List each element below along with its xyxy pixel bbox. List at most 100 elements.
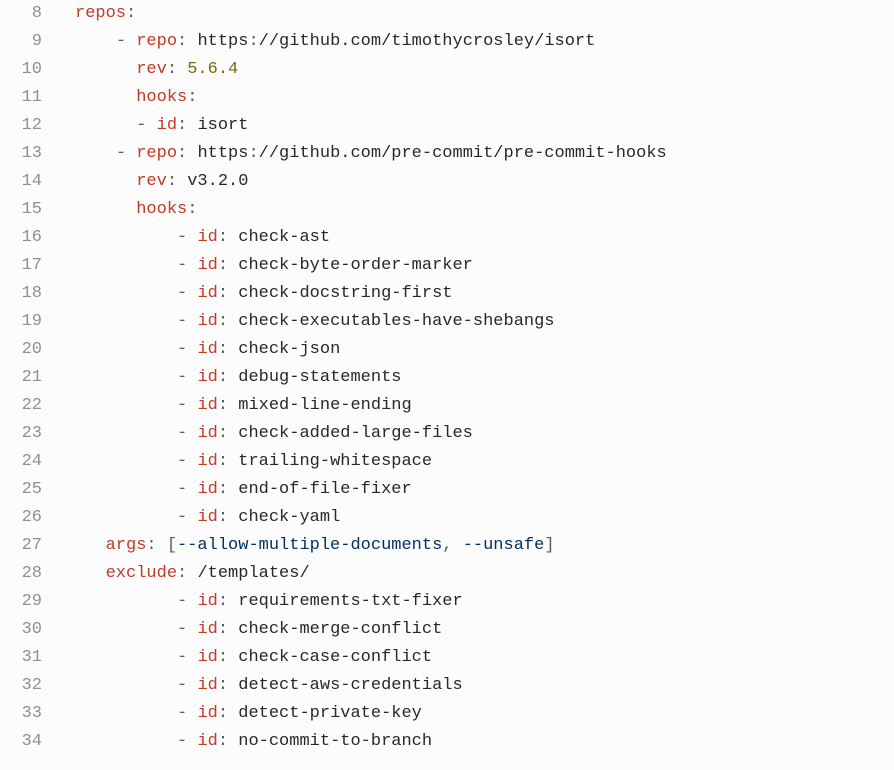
line-number: 14 — [0, 168, 42, 196]
token-dash: - — [177, 396, 197, 415]
token-num: 5.6.4 — [187, 60, 238, 79]
token-key: id — [197, 228, 217, 247]
token-key: repo — [136, 144, 177, 163]
token-arg: --allow-multiple-documents — [177, 536, 442, 555]
code-line: hooks: — [75, 196, 894, 224]
code-line: - id: check-merge-conflict — [75, 616, 894, 644]
token-str: check-docstring-first — [238, 284, 452, 303]
token-str: trailing-whitespace — [238, 452, 432, 471]
token-punc: : — [177, 32, 197, 51]
token-dash: - — [177, 368, 197, 387]
line-number: 29 — [0, 588, 42, 616]
code-line: rev: v3.2.0 — [75, 168, 894, 196]
code-line: - id: detect-aws-credentials — [75, 672, 894, 700]
code-line: - id: isort — [75, 112, 894, 140]
token-dash: - — [177, 732, 197, 751]
code-line: repos: — [75, 0, 894, 28]
token-punc: : — [167, 172, 187, 191]
line-number: 17 — [0, 252, 42, 280]
line-number: 11 — [0, 84, 42, 112]
token-punc: : — [187, 88, 197, 107]
code-line: - repo: https://github.com/timothycrosle… — [75, 28, 894, 56]
token-key: hooks — [136, 200, 187, 219]
token-key: id — [197, 620, 217, 639]
token-punc: : — [218, 256, 238, 275]
token-key: id — [157, 116, 177, 135]
token-key: id — [197, 592, 217, 611]
line-number: 25 — [0, 476, 42, 504]
token-punc: : — [218, 368, 238, 387]
token-punc: : [ — [146, 536, 177, 555]
token-str: isort — [197, 116, 248, 135]
token-key: id — [197, 704, 217, 723]
token-key: id — [197, 312, 217, 331]
token-dash: - — [177, 256, 197, 275]
token-str: check-executables-have-shebangs — [238, 312, 554, 331]
token-str: detect-aws-credentials — [238, 676, 462, 695]
token-str: v3.2.0 — [187, 172, 248, 191]
token-key: id — [197, 368, 217, 387]
token-dash: - — [177, 452, 197, 471]
code-line: - id: requirements-txt-fixer — [75, 588, 894, 616]
token-key: exclude — [106, 564, 177, 583]
token-key: rev — [136, 60, 167, 79]
token-punc: : — [218, 620, 238, 639]
token-str: check-case-conflict — [238, 648, 432, 667]
token-str: //github.com/timothycrosley/isort — [259, 32, 596, 51]
token-dash: - — [177, 620, 197, 639]
token-dash: - — [177, 284, 197, 303]
code-line: hooks: — [75, 84, 894, 112]
token-str: no-commit-to-branch — [238, 732, 432, 751]
token-key: id — [197, 508, 217, 527]
token-str: https — [197, 32, 248, 51]
token-punc: : — [187, 200, 197, 219]
token-str: detect-private-key — [238, 704, 422, 723]
code-line: - id: debug-statements — [75, 364, 894, 392]
token-punc: : — [218, 648, 238, 667]
token-key: id — [197, 732, 217, 751]
token-key: id — [197, 452, 217, 471]
code-line: - id: check-byte-order-marker — [75, 252, 894, 280]
token-punc: : — [218, 704, 238, 723]
code-line: - id: end-of-file-fixer — [75, 476, 894, 504]
line-number: 10 — [0, 56, 42, 84]
token-key: id — [197, 424, 217, 443]
line-number: 22 — [0, 392, 42, 420]
token-str: end-of-file-fixer — [238, 480, 411, 499]
token-punc: , — [442, 536, 462, 555]
line-number: 16 — [0, 224, 42, 252]
token-str: requirements-txt-fixer — [238, 592, 462, 611]
line-number: 18 — [0, 280, 42, 308]
token-key: id — [197, 396, 217, 415]
code-line: - id: check-executables-have-shebangs — [75, 308, 894, 336]
token-key: args — [106, 536, 147, 555]
token-punc: : — [177, 144, 197, 163]
line-number: 9 — [0, 28, 42, 56]
token-dash: - — [177, 648, 197, 667]
token-punc: : — [248, 144, 258, 163]
token-str: //github.com/pre-commit/pre-commit-hooks — [259, 144, 667, 163]
token-str: /templates/ — [197, 564, 309, 583]
token-punc: : — [218, 396, 238, 415]
line-number: 33 — [0, 700, 42, 728]
token-str: debug-statements — [238, 368, 401, 387]
token-punc: : — [218, 452, 238, 471]
token-dash: - — [177, 704, 197, 723]
line-number: 21 — [0, 364, 42, 392]
token-str: check-json — [238, 340, 340, 359]
token-key: id — [197, 648, 217, 667]
token-punc: : — [167, 60, 187, 79]
code-line: args: [--allow-multiple-documents, --uns… — [75, 532, 894, 560]
token-key: id — [197, 676, 217, 695]
line-number: 12 — [0, 112, 42, 140]
token-dash: - — [177, 312, 197, 331]
code-line: - id: detect-private-key — [75, 700, 894, 728]
token-dash: - — [116, 144, 136, 163]
token-punc: : — [218, 284, 238, 303]
token-key: repos — [75, 4, 126, 23]
line-number: 19 — [0, 308, 42, 336]
code-line: - id: mixed-line-ending — [75, 392, 894, 420]
code-line: exclude: /templates/ — [75, 560, 894, 588]
line-number: 23 — [0, 420, 42, 448]
token-punc: : — [218, 340, 238, 359]
